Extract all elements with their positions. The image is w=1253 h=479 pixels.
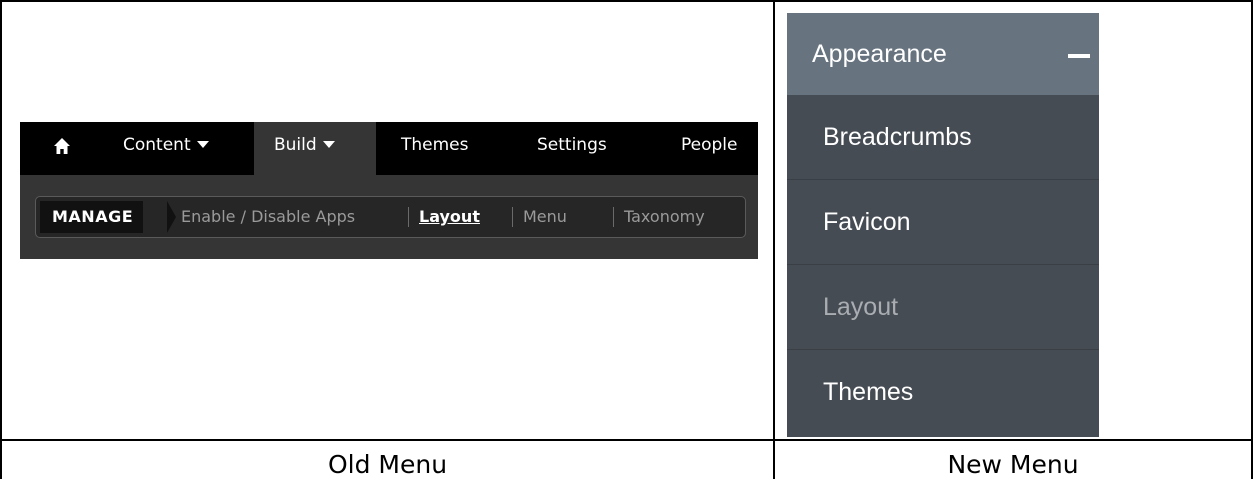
nav-item-build-label: Build (274, 135, 317, 155)
new-menu-item-breadcrumbs[interactable]: Breadcrumbs (787, 95, 1099, 180)
sub-separator (408, 207, 409, 227)
sub-item-taxonomy[interactable]: Taxonomy (624, 201, 705, 233)
nav-item-build[interactable]: Build (254, 122, 376, 175)
table-divider-vertical (773, 0, 775, 479)
new-menu-item-themes[interactable]: Themes (787, 350, 1099, 437)
old-menu-caption: Old Menu (327, 450, 448, 479)
new-menu-item-label: Breadcrumbs (823, 123, 972, 151)
new-menu-caption: New Menu (947, 450, 1079, 479)
nav-item-people-label: People (681, 135, 738, 155)
sub-item-menu[interactable]: Menu (523, 201, 567, 233)
new-menu-item-favicon[interactable]: Favicon (787, 180, 1099, 265)
minus-icon[interactable] (1068, 54, 1090, 58)
nav-item-content-label: Content (123, 135, 191, 155)
nav-item-people[interactable]: People (681, 122, 737, 175)
sub-separator (613, 207, 614, 227)
new-menu-item-layout[interactable]: Layout (787, 265, 1099, 350)
nav-item-themes[interactable]: Themes (401, 122, 469, 175)
new-menu-header[interactable]: Appearance (787, 13, 1099, 95)
nav-item-settings-label: Settings (537, 135, 607, 155)
caret-down-icon (322, 140, 335, 148)
manage-label: MANAGE (40, 201, 144, 233)
new-menu-item-label: Layout (823, 293, 899, 321)
caret-down-icon (196, 140, 209, 148)
nav-item-settings[interactable]: Settings (537, 122, 607, 175)
sub-separator (512, 207, 513, 227)
new-menu-item-label: Themes (823, 378, 914, 406)
nav-item-themes-label: Themes (401, 135, 469, 155)
table-divider-horizontal (0, 439, 1253, 441)
nav-item-content[interactable]: Content (123, 122, 209, 175)
new-menu-item-label: Favicon (823, 208, 911, 236)
new-menu: Appearance Breadcrumbs Favicon Layout Th… (787, 13, 1099, 437)
manage-arrow (167, 201, 176, 233)
sub-item-layout[interactable]: Layout (419, 201, 480, 233)
sub-item-enable-disable-apps[interactable]: Enable / Disable Apps (181, 201, 355, 233)
new-menu-header-label: Appearance (812, 40, 947, 68)
table-border-top (0, 0, 1253, 2)
old-menu-top-bar: Content Build Themes Settings People (20, 122, 758, 175)
manage-bar: MANAGE Enable / Disable Apps Layout Menu… (35, 196, 746, 238)
home-icon[interactable] (53, 137, 71, 155)
table-border-left (0, 0, 2, 479)
old-menu: Content Build Themes Settings People MAN… (20, 122, 758, 259)
